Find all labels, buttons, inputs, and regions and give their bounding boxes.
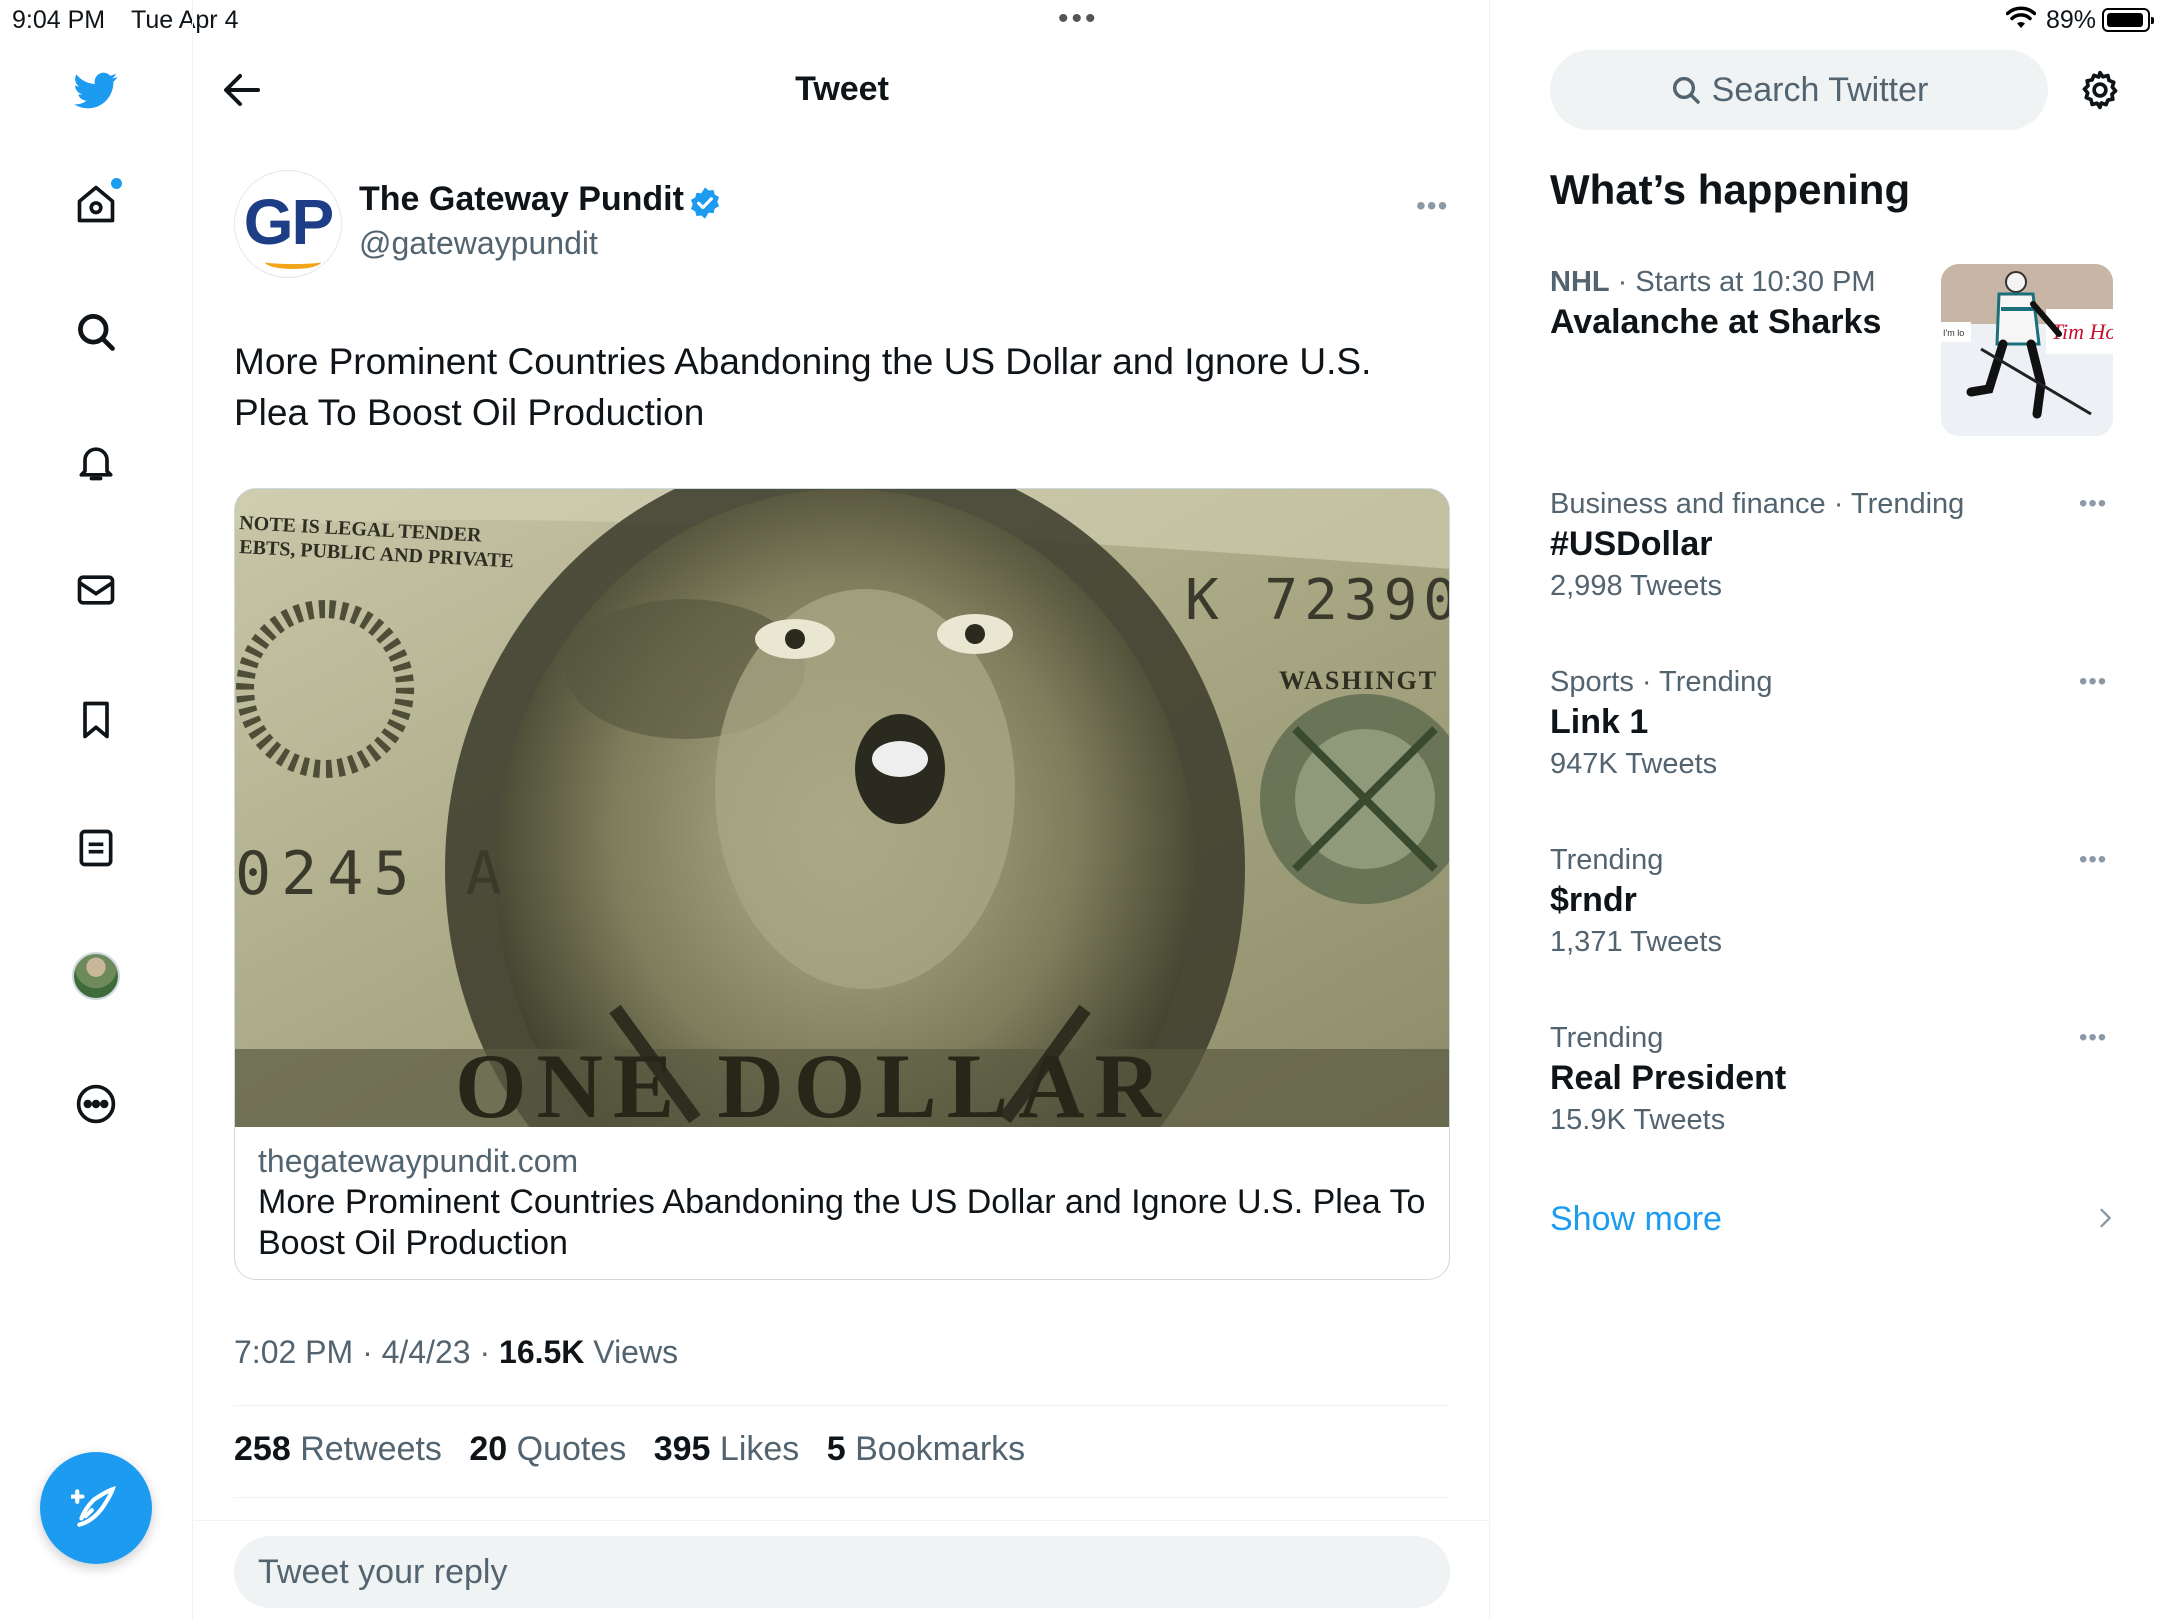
verified-badge-icon — [688, 186, 722, 220]
views-count: 16.5K — [499, 1334, 585, 1370]
author-logo: GP — [243, 186, 334, 258]
trend-count: 2,998 Tweets — [1550, 570, 1722, 602]
trend-item[interactable]: Trending $rndr 1,371 Tweets — [1550, 844, 2110, 959]
trend-more-icon[interactable]: ••• — [2079, 1024, 2107, 1052]
bookmarks-stat[interactable]: 5 Bookmarks — [827, 1430, 1025, 1468]
trend-category: Sports · Trending — [1550, 666, 1773, 698]
retweets-stat[interactable]: 258 Retweets — [234, 1430, 442, 1468]
author-handle[interactable]: @gatewaypundit — [359, 225, 598, 262]
bill-washington-text: WASHINGT — [1279, 666, 1438, 695]
card-title: More Prominent Countries Abandoning the … — [258, 1183, 1426, 1262]
tweet-time[interactable]: 7:02 PM — [234, 1334, 353, 1370]
tweet-stats: 258 Retweets 20 Quotes 395 Likes 5 Bookm… — [234, 1430, 1025, 1469]
trend-more-icon[interactable]: ••• — [2079, 490, 2107, 518]
search-icon — [1672, 76, 1700, 104]
tweet-text: More Prominent Countries Abandoning the … — [234, 341, 1372, 433]
whats-happening-heading: What’s happening — [1550, 166, 1911, 213]
bill-one-dollar-text: ONE DOLLAR — [455, 1035, 1171, 1127]
gear-icon[interactable] — [2078, 68, 2122, 112]
trend-category: Trending — [1550, 1022, 1664, 1054]
trend-count: 1,371 Tweets — [1550, 926, 1722, 958]
tweet-more-icon[interactable]: ••• — [1416, 190, 1448, 222]
show-more-link[interactable]: Show more — [1550, 1200, 1722, 1239]
trend-category: Business and finance · Trending — [1550, 488, 1965, 520]
link-card[interactable]: NOTE IS LEGAL TENDER EBTS, PUBLIC AND PR… — [234, 488, 1450, 1280]
trend-item[interactable]: Business and finance · Trending #USDolla… — [1550, 488, 2110, 603]
page-title: Tweet — [795, 70, 889, 108]
compose-tweet-button[interactable] — [40, 1452, 152, 1564]
card-domain: thegatewaypundit.com — [258, 1143, 579, 1179]
trend-item[interactable]: Trending Real President 15.9K Tweets — [1550, 1022, 2110, 1137]
mail-icon[interactable] — [64, 558, 128, 622]
author-name[interactable]: The Gateway Pundit — [359, 180, 684, 219]
dollar-bill-image: NOTE IS LEGAL TENDER EBTS, PUBLIC AND PR… — [235, 489, 1450, 1127]
trend-name: Link 1 — [1550, 703, 1649, 741]
bookmark-icon[interactable] — [64, 688, 128, 752]
trend-more-icon[interactable]: ••• — [2079, 668, 2107, 696]
trend-more-icon[interactable]: ••• — [2079, 846, 2107, 874]
trend-category: Trending — [1550, 844, 1664, 876]
trend-name: $rndr — [1550, 881, 1637, 919]
divider — [234, 1497, 1450, 1498]
tweet-meta: 7:02 PM · 4/4/23 · 16.5K Views — [234, 1334, 679, 1370]
divider — [234, 1405, 1450, 1406]
trend-context: · Starts at 10:30 PM — [1609, 266, 1876, 298]
likes-stat[interactable]: 395 Likes — [654, 1430, 800, 1468]
profile-avatar[interactable] — [64, 944, 128, 1008]
search-input[interactable]: Search Twitter — [1550, 50, 2048, 130]
right-sidebar: Search Twitter What’s happening NHL · St… — [1491, 0, 2160, 1620]
left-navigation — [0, 0, 193, 1620]
reply-input[interactable]: Tweet your reply — [234, 1536, 1450, 1608]
home-icon[interactable] — [64, 172, 128, 236]
tweet-detail-column: Tweet GP The Gateway Pundit @gatewaypund… — [194, 0, 1490, 1620]
thumb-board-text: I'm lo — [1943, 328, 1964, 338]
bill-serial-left: 0245 A — [235, 839, 512, 909]
views-label: Views — [593, 1334, 679, 1370]
trend-category: NHL — [1550, 266, 1610, 298]
avatar — [72, 952, 120, 1000]
author-avatar[interactable]: GP — [234, 170, 342, 278]
compose-feather-icon — [71, 1485, 116, 1527]
chevron-right-icon[interactable] — [2091, 1204, 2119, 1232]
divider — [194, 1520, 1490, 1521]
search-placeholder: Search Twitter — [1711, 70, 1929, 109]
trend-name: #USDollar — [1550, 525, 1713, 563]
tweet-date[interactable]: 4/4/23 — [382, 1334, 471, 1370]
bill-serial-right: K 72390 — [1185, 568, 1450, 633]
twitter-bird-icon[interactable] — [64, 58, 128, 122]
trend-name: Real President — [1550, 1059, 1787, 1097]
bell-icon[interactable] — [64, 430, 128, 494]
more-circle-icon[interactable] — [64, 1072, 128, 1136]
trend-count: 947K Tweets — [1550, 748, 1718, 780]
quotes-stat[interactable]: 20 Quotes — [469, 1430, 626, 1468]
hockey-player-thumbnail: Tim Hor I'm lo — [1941, 264, 2113, 436]
list-icon[interactable] — [64, 816, 128, 880]
trend-count: 15.9K Tweets — [1550, 1104, 1726, 1136]
search-icon[interactable] — [64, 300, 128, 364]
trend-item[interactable]: Sports · Trending Link 1 947K Tweets — [1550, 666, 2110, 781]
notification-dot — [111, 178, 122, 189]
